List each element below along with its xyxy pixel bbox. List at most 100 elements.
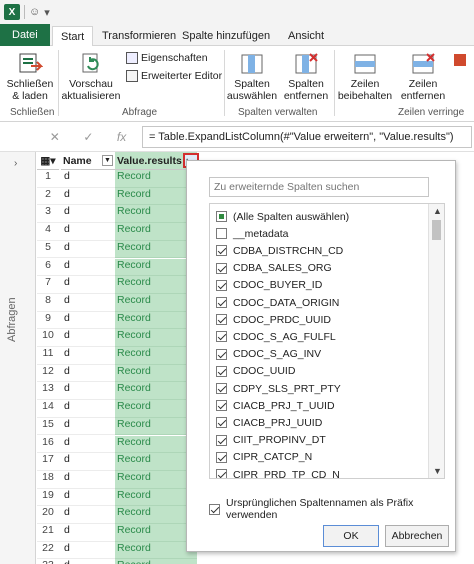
smiley-feedback-icon[interactable]: ☺ [29, 6, 40, 18]
keep-rows-button[interactable]: Zeilen beibehalten [336, 52, 394, 102]
value-results-cell[interactable]: Record [115, 329, 197, 347]
column-list-item[interactable]: CIPR_PRD_TP_CD_N [216, 466, 340, 478]
properties-button[interactable]: Eigenschaften [126, 52, 208, 64]
scroll-up-icon[interactable]: ▲ [433, 206, 442, 216]
table-row[interactable]: 7 d Record [37, 276, 197, 294]
column-checkbox[interactable] [216, 228, 227, 240]
table-row[interactable]: 10 d Record [37, 329, 197, 347]
value-results-cell[interactable]: Record [115, 400, 197, 418]
column-search-input[interactable] [209, 177, 429, 197]
table-row[interactable]: 20 d Record [37, 506, 197, 524]
preview-refresh-button[interactable]: Vorschau aktualisieren [60, 52, 122, 102]
fx-icon[interactable]: fx [117, 130, 126, 144]
table-row[interactable]: 2 d Record [37, 187, 197, 206]
column-list-item[interactable]: CDOC_BUYER_ID [216, 277, 322, 294]
remove-rows-button[interactable]: Zeilen entfernen [396, 52, 450, 102]
cancel-button[interactable]: Abbrechen [385, 525, 449, 547]
value-results-cell[interactable]: Record [115, 347, 197, 365]
name-cell[interactable]: d [64, 205, 70, 217]
column-list-item[interactable]: CIACB_PRJ_T_UUID [216, 397, 335, 414]
value-results-cell[interactable]: Record [115, 453, 197, 471]
prefix-option[interactable]: Ursprünglichen Spaltennamen als Präfix v… [209, 497, 455, 521]
cancel-formula-icon[interactable]: ✕ [50, 130, 60, 144]
table-row[interactable]: 3 d Record [37, 205, 197, 224]
column-list-item[interactable]: CDBA_SALES_ORG [216, 260, 332, 277]
choose-columns-button[interactable]: Spalten auswählen [226, 52, 278, 102]
column-list-item[interactable]: (Alle Spalten auswählen) [216, 208, 349, 225]
table-row[interactable]: 1 d Record [37, 170, 197, 188]
remove-columns-button[interactable]: Spalten entfernen [280, 52, 332, 102]
name-cell[interactable]: d [64, 329, 70, 341]
name-cell[interactable]: d [64, 365, 70, 377]
ok-button[interactable]: OK [323, 525, 379, 547]
name-cell[interactable]: d [64, 489, 70, 501]
value-results-cell[interactable]: Record [115, 364, 197, 383]
name-cell[interactable]: d [64, 436, 70, 448]
scroll-thumb[interactable] [432, 220, 441, 240]
name-cell[interactable]: d [64, 382, 70, 394]
name-cell[interactable]: d [64, 170, 70, 182]
value-results-cell[interactable]: Record [115, 205, 197, 224]
name-cell[interactable]: d [64, 259, 70, 271]
column-checkbox[interactable] [216, 383, 227, 395]
column-checkbox[interactable] [216, 279, 227, 291]
table-row[interactable]: 5 d Record [37, 240, 197, 259]
name-cell[interactable]: d [64, 400, 70, 412]
scroll-down-icon[interactable]: ▼ [433, 466, 442, 476]
table-row[interactable]: 4 d Record [37, 223, 197, 241]
table-row[interactable]: 14 d Record [37, 400, 197, 418]
name-cell[interactable]: d [64, 276, 70, 288]
column-list-item[interactable]: CIIT_PROPINV_DT [216, 432, 326, 449]
tab-file[interactable]: Datei [0, 24, 50, 46]
expand-pane-icon[interactable]: › [14, 158, 17, 169]
value-results-cell[interactable]: Record [115, 276, 197, 294]
name-cell[interactable]: d [64, 524, 70, 536]
more-ribbon-icon[interactable] [454, 54, 466, 66]
value-results-cell[interactable]: Record [115, 240, 197, 259]
tab-start[interactable]: Start [52, 26, 94, 47]
name-cell[interactable]: d [64, 453, 70, 465]
prefix-checkbox[interactable] [209, 503, 220, 515]
column-list-item[interactable]: CDOC_DATA_ORIGIN [216, 294, 339, 311]
value-results-cell[interactable]: Record [115, 435, 197, 454]
value-results-cell[interactable]: Record [115, 187, 197, 206]
name-cell[interactable]: d [64, 559, 70, 564]
column-list-item[interactable]: CIACB_PRJ_UUID [216, 414, 322, 431]
column-list-item[interactable]: CDBA_DISTRCHN_CD [216, 242, 343, 259]
column-checkbox[interactable] [216, 245, 227, 257]
table-row[interactable]: 15 d Record [37, 417, 197, 436]
name-cell[interactable]: d [64, 312, 70, 324]
value-results-cell[interactable]: Record [115, 382, 197, 401]
value-results-cell[interactable]: Record [115, 311, 197, 330]
value-results-cell[interactable]: Record [115, 488, 197, 507]
table-row[interactable]: 19 d Record [37, 488, 197, 507]
tab-transform[interactable]: Transformieren [94, 26, 184, 46]
value-results-cell[interactable]: Record [115, 470, 197, 489]
queries-pane-label[interactable]: Abfragen [6, 297, 18, 342]
table-row[interactable]: 13 d Record [37, 382, 197, 401]
column-checkbox[interactable] [216, 417, 227, 429]
column-checkbox[interactable] [216, 314, 227, 326]
column-list-item[interactable]: CDOC_UUID [216, 363, 295, 380]
table-row[interactable]: 17 d Record [37, 453, 197, 471]
column-checkbox[interactable] [216, 469, 227, 478]
value-results-cell[interactable]: Record [115, 524, 197, 542]
name-cell[interactable]: d [64, 347, 70, 359]
column-list-item[interactable]: CDPY_SLS_PRT_PTY [216, 380, 341, 397]
table-menu-icon[interactable]: ▦▾ [37, 152, 59, 170]
tab-add-column[interactable]: Spalte hinzufügen [174, 26, 278, 46]
table-row[interactable]: 23 d Record [37, 559, 197, 564]
column-checkbox[interactable] [216, 211, 227, 223]
column-checkbox[interactable] [216, 400, 227, 412]
value-results-cell[interactable]: Record [115, 170, 197, 188]
name-cell[interactable]: d [64, 241, 70, 253]
advanced-editor-button[interactable]: Erweiterter Editor [126, 70, 222, 82]
table-row[interactable]: 18 d Record [37, 470, 197, 489]
name-cell[interactable]: d [64, 418, 70, 430]
column-list-item[interactable]: CIPR_CATCP_N [216, 449, 312, 466]
column-list-scrollbar[interactable]: ▲ ▼ [428, 204, 444, 478]
column-checkbox[interactable] [216, 297, 227, 309]
table-row[interactable]: 12 d Record [37, 364, 197, 383]
column-header-name[interactable]: Name ▼ [61, 152, 115, 170]
quick-access-dropdown-icon[interactable]: ▾ [44, 6, 50, 19]
